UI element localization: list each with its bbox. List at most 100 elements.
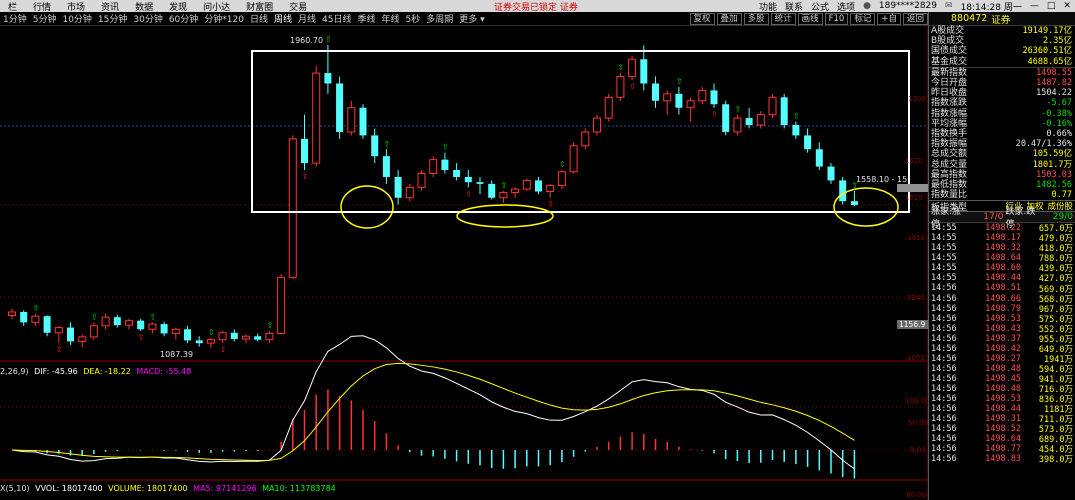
- menu-item-market[interactable]: 市场: [59, 0, 93, 13]
- candle-down: [137, 320, 145, 330]
- candle-up: [557, 171, 566, 187]
- period-60min[interactable]: 60分钟: [166, 12, 201, 25]
- menu-options[interactable]: 选项: [833, 0, 859, 13]
- menu-formula[interactable]: 公式: [807, 0, 833, 13]
- stat-value: 2.35亿: [1043, 36, 1072, 47]
- vvol-value: VVOL: 18017400: [35, 484, 103, 493]
- menu-item-trade[interactable]: 交易: [281, 0, 315, 13]
- candle-up: [148, 323, 157, 330]
- stat-row: 基金成交 4688.65亿: [929, 57, 1075, 67]
- chart-tool-buttons: 复权 叠加 多股 统计 画线 F10 标记 +自 返回: [688, 13, 928, 25]
- axis-tick: 1620: [905, 157, 923, 165]
- tick-time: 14:55: [931, 233, 957, 244]
- candle-up: [686, 100, 695, 109]
- menu-item-0[interactable]: 栏: [0, 0, 25, 13]
- tick-price: 1498.48: [985, 383, 1021, 394]
- period-multi[interactable]: 多周期: [423, 12, 456, 25]
- candle-down: [301, 138, 308, 164]
- kline-svg: ⇧⇧⇧⇧⇧⇧⇧⇧⇧⇧⇧ ⇧⇧⇧⇧⇧⇧⇧⇧⇧⇧⇧⇧: [0, 27, 928, 500]
- period-15min[interactable]: 15分钟: [95, 12, 130, 25]
- tick-time: 14:56: [931, 353, 957, 364]
- candle-up: [417, 172, 426, 188]
- quote-label: 指数振幅: [931, 139, 968, 150]
- period-30min[interactable]: 30分钟: [130, 12, 165, 25]
- dif-value: DIF: -45.96: [34, 367, 78, 376]
- buy-signal-icon: ⇧: [383, 139, 390, 148]
- account-label[interactable]: 189****2829: [875, 1, 941, 11]
- candle-up: [698, 89, 707, 102]
- candle-up: [218, 332, 227, 341]
- macd-legend: 2,26,9) DIF: -45.96 DEA: -18.22 MACD: -5…: [0, 367, 191, 376]
- sell-signal-icon: ⇧: [302, 172, 309, 181]
- stat-label: 基金成交: [931, 56, 968, 67]
- menu-item-ask[interactable]: 问小达: [195, 0, 238, 13]
- tool-mark-button[interactable]: 标记: [850, 13, 876, 25]
- tool-self-button[interactable]: +自: [877, 13, 901, 25]
- tick-time: 14:56: [931, 444, 957, 455]
- tick-price: 1498.31: [985, 414, 1021, 425]
- tick-price: 1498.37: [985, 333, 1021, 344]
- menu-item-news[interactable]: 资讯: [93, 0, 127, 13]
- quote-row: 平均涨幅 -0.16%: [929, 119, 1075, 129]
- candle-down: [652, 83, 659, 101]
- period-week[interactable]: 周线: [271, 12, 295, 25]
- tick-price: 1498.42: [985, 343, 1021, 354]
- tool-stats-button[interactable]: 统计: [770, 13, 796, 25]
- minimize-button[interactable]: —: [1026, 1, 1043, 11]
- menu-item-data[interactable]: 数据: [127, 0, 161, 13]
- quote-label: 指数量比: [931, 190, 968, 201]
- menu-function[interactable]: 功能: [755, 0, 781, 13]
- volume-legend: X(5,10) VVOL: 18017400 VOLUME: 18017400 …: [0, 484, 336, 493]
- dea-value: DEA: -18.22: [83, 367, 131, 376]
- candle-up: [206, 339, 215, 344]
- period-1min[interactable]: 1分钟: [0, 12, 30, 25]
- quote-label: 最新指数: [931, 67, 968, 78]
- candle-up: [54, 327, 63, 334]
- tool-overlay-button[interactable]: 叠加: [716, 13, 742, 25]
- stat-value: 26360.51亿: [1022, 46, 1072, 57]
- maximize-button[interactable]: □: [1043, 1, 1060, 11]
- quote-label: 指数涨跌: [931, 98, 968, 109]
- kline-chart-area[interactable]: ⇧ ⇧ ⇧ ⇧ ⇧ ⇧ ⇧ ⇧ ⇧ ⇧ ⇧ ⇧ ⇧ ⇧ ⇧ ⇧ ⇧ ⇧ ⇧ ⇧ ⇧ ⇧ ⇧ 1960.70 1087.39 …: [0, 27, 930, 500]
- menu-item-community[interactable]: 财富圈: [238, 0, 281, 13]
- tool-multistock-button[interactable]: 多股: [743, 13, 769, 25]
- period-more[interactable]: 更多 ▾: [456, 12, 487, 25]
- tool-f10-button[interactable]: F10: [824, 13, 849, 25]
- menu-item-quotes[interactable]: 行情: [25, 0, 59, 13]
- tool-back-button[interactable]: 返回: [902, 13, 928, 25]
- menu-item-discover[interactable]: 发现: [161, 0, 195, 13]
- user-icon[interactable]: ●: [859, 1, 875, 11]
- period-5sec[interactable]: 5秒: [403, 12, 424, 25]
- menu-contact[interactable]: 联系: [781, 0, 807, 13]
- candle-down: [184, 329, 191, 341]
- close-button[interactable]: ✕: [1059, 1, 1075, 11]
- market-stats: A股成交 19149.17亿 B股成交 2.35亿 国债成交 26360.51亿 基金成交 4…: [929, 26, 1075, 67]
- tool-adjust-button[interactable]: 复权: [689, 13, 715, 25]
- period-quarter[interactable]: 季线: [354, 12, 378, 25]
- period-5min[interactable]: 5分钟: [30, 12, 60, 25]
- tick-price: 1498.45: [985, 373, 1021, 384]
- buy-signal-icon: ⇧: [266, 321, 273, 330]
- candle-up: [265, 332, 274, 341]
- quote-value: 105.59亿: [1032, 149, 1072, 160]
- period-45day[interactable]: 45日线: [319, 12, 354, 25]
- quote-label: 最低指数: [931, 179, 968, 190]
- tool-draw-button[interactable]: 画线: [797, 13, 823, 25]
- tick-time: 14:55: [931, 253, 957, 264]
- buy-signal-icon: ⇧: [325, 35, 332, 44]
- board-tag-components[interactable]: 成份股: [1047, 200, 1073, 212]
- tick-time: 14:56: [931, 373, 957, 384]
- period-month[interactable]: 月线: [295, 12, 319, 25]
- period-120min[interactable]: 分钟*120: [201, 12, 247, 25]
- period-10min[interactable]: 10分钟: [59, 12, 94, 25]
- stat-row: 国债成交 26360.51亿: [929, 46, 1075, 56]
- period-day[interactable]: 日线: [247, 12, 271, 25]
- sell-signal-icon: ⇧: [138, 333, 145, 342]
- period-year[interactable]: 年线: [378, 12, 402, 25]
- mail-icon[interactable]: ✉: [941, 1, 957, 11]
- tick-price: 1498.79: [985, 303, 1021, 314]
- tick-time: 14:56: [931, 283, 957, 294]
- tick-list[interactable]: 14:55 1498.22 657.0万 14:55 1498.17 479.0万 14:5…: [929, 222, 1075, 465]
- candle-up: [89, 325, 98, 338]
- candle-up: [101, 316, 110, 327]
